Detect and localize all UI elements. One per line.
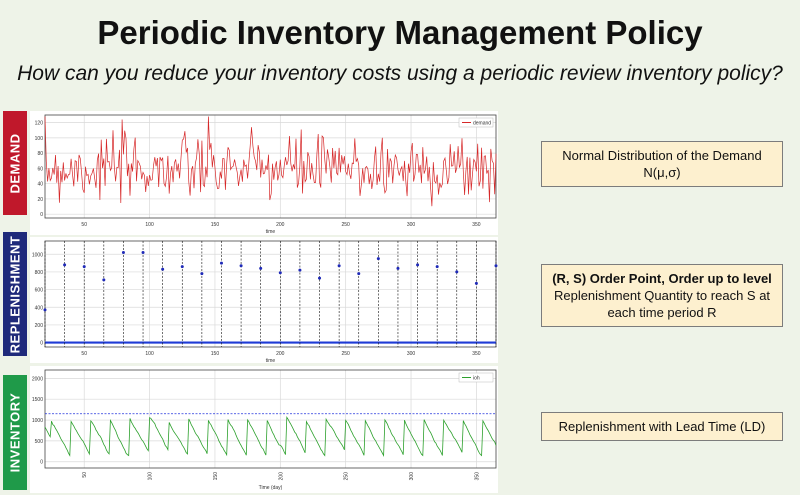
page-subtitle: How can you reduce your inventory costs … xyxy=(17,62,783,85)
note-replenishment: (R, S) Order Point, Order up to level Re… xyxy=(541,264,783,327)
legend-label: demand xyxy=(473,121,491,127)
y-tick-label: 1500 xyxy=(32,397,43,403)
y-tick-label: 120 xyxy=(35,121,44,127)
x-tick-label: 100 xyxy=(145,222,154,228)
order-point xyxy=(239,264,243,268)
x-tick-label: 300 xyxy=(407,222,416,228)
order-point xyxy=(494,264,498,268)
y-tick-label: 0 xyxy=(40,341,43,347)
y-tick-label: 1000 xyxy=(32,252,43,258)
x-tick-label: 200 xyxy=(276,222,285,228)
x-tick-label: 50 xyxy=(81,351,87,357)
order-point xyxy=(180,265,184,269)
x-axis-label: time xyxy=(266,358,276,363)
order-point xyxy=(396,266,400,270)
order-point xyxy=(474,281,478,285)
order-point xyxy=(416,263,420,267)
y-tick-label: 200 xyxy=(35,323,44,329)
page-title: Periodic Inventory Management Policy xyxy=(97,14,703,51)
order-point xyxy=(318,276,322,280)
x-tick-label: 350 xyxy=(472,351,481,357)
x-tick-label: 100 xyxy=(145,351,154,357)
y-tick-label: 500 xyxy=(35,439,44,445)
x-tick-label: 350 xyxy=(472,222,481,228)
x-tick-label: 150 xyxy=(211,351,220,357)
y-tick-label: 800 xyxy=(35,270,44,276)
plot-area xyxy=(45,241,496,347)
x-tick-label: 200 xyxy=(278,472,284,481)
order-point xyxy=(259,266,263,270)
x-axis-label: time xyxy=(266,229,276,235)
plot-area xyxy=(45,370,496,468)
order-point xyxy=(141,250,145,254)
y-tick-label: 20 xyxy=(37,197,43,203)
order-point xyxy=(102,278,106,282)
order-point xyxy=(82,265,86,269)
y-tick-label: 400 xyxy=(35,305,44,311)
note-inventory-text: Replenishment with Lead Time (LD) xyxy=(558,419,766,434)
x-tick-label: 250 xyxy=(344,472,350,481)
y-tick-label: 2000 xyxy=(32,376,43,382)
x-tick-label: 250 xyxy=(341,351,350,357)
order-point xyxy=(161,267,165,271)
order-point xyxy=(219,261,223,265)
inventory-chart: 50 100 150 200 250 300 350 0 500 1000 1500 2000 Time… xyxy=(30,366,498,493)
y-tick-label: 60 xyxy=(37,166,43,172)
side-label-demand: DEMAND xyxy=(3,111,27,215)
order-point xyxy=(298,268,302,272)
x-tick-label: 150 xyxy=(211,222,220,228)
x-tick-label: 300 xyxy=(407,351,416,357)
order-point xyxy=(63,263,67,267)
side-label-replenishment: REPLENISHMENT xyxy=(3,232,27,356)
note-demand-text: Normal Distribution of the Demand N(μ,σ) xyxy=(562,148,762,180)
x-tick-label: 350 xyxy=(474,472,480,481)
y-tick-label: 0 xyxy=(40,212,43,218)
note-demand: Normal Distribution of the Demand N(μ,σ) xyxy=(541,141,783,187)
y-tick-label: 40 xyxy=(37,182,43,188)
x-tick-label: 100 xyxy=(148,472,154,481)
order-point xyxy=(376,257,380,261)
order-point xyxy=(43,308,47,312)
order-point xyxy=(337,264,341,268)
y-tick-label: 1000 xyxy=(32,418,43,424)
x-tick-label: 50 xyxy=(82,472,88,478)
note-inventory: Replenishment with Lead Time (LD) xyxy=(541,412,783,441)
x-axis-label: Time (day) xyxy=(259,485,283,491)
order-point xyxy=(455,270,459,274)
y-tick-label: 80 xyxy=(37,151,43,157)
order-point xyxy=(278,271,282,275)
y-tick-label: 100 xyxy=(35,136,44,142)
replenishment-chart: 50 100 150 200 250 300 350 0 200 400 600 800 1000 tim… xyxy=(30,237,498,363)
order-point xyxy=(200,272,204,276)
order-point xyxy=(121,250,125,254)
legend-label: ioh xyxy=(473,376,480,382)
side-label-inventory: INVENTORY xyxy=(3,375,27,490)
x-tick-label: 200 xyxy=(276,351,285,357)
x-tick-label: 150 xyxy=(213,472,219,481)
note-replenishment-title: (R, S) Order Point, Order up to level xyxy=(552,271,772,286)
y-tick-label: 0 xyxy=(40,460,43,466)
demand-chart: 50 100 150 200 250 300 350 0 20 40 60 80 100 120 time d… xyxy=(30,111,498,235)
note-replenishment-body: Replenishment Quantity to reach S at eac… xyxy=(553,288,771,320)
x-tick-label: 250 xyxy=(341,222,350,228)
x-tick-label: 50 xyxy=(81,222,87,228)
order-point xyxy=(357,272,361,276)
order-point xyxy=(435,265,439,269)
y-tick-label: 600 xyxy=(35,288,44,294)
x-tick-label: 300 xyxy=(409,472,415,481)
